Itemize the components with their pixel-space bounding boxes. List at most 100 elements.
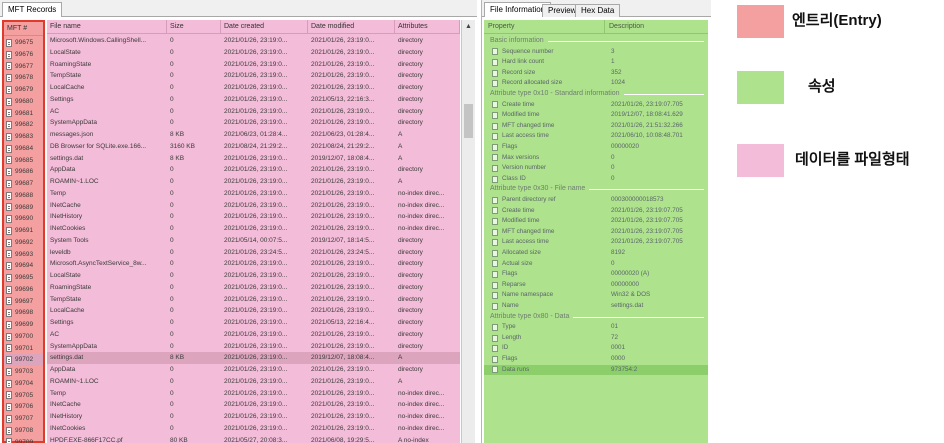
mft-number-row[interactable]: 99678	[4, 72, 43, 84]
property-row[interactable]: Modified time 2021/01/26, 23:19:07.705	[484, 216, 708, 227]
column-header-size[interactable]: Size	[167, 20, 221, 34]
property-row[interactable]: Flags 00000020 (A)	[484, 269, 708, 280]
table-row[interactable]: INetHistory 0 2021/01/26, 23:19:0... 2021/0…	[47, 411, 460, 423]
table-row[interactable]: settings.dat 8 KB 2021/01/26, 23:19:0... 20…	[47, 352, 460, 364]
table-row[interactable]: LocalState 0 2021/01/26, 23:19:0... 2021/01…	[47, 270, 460, 282]
table-row[interactable]: Microsoft.Windows.CallingShell... 0 2021/0…	[47, 35, 460, 47]
table-row[interactable]: leveldb 0 2021/01/26, 23:24:5... 2021/01/26…	[47, 247, 460, 259]
table-row[interactable]: Settings 0 2021/01/26, 23:19:0... 2021/05/1…	[47, 94, 460, 106]
scroll-thumb[interactable]	[464, 104, 473, 138]
table-row[interactable]: Temp 0 2021/01/26, 23:19:0... 2021/01/26, 2…	[47, 188, 460, 200]
column-header-date-modified[interactable]: Date modified	[308, 20, 395, 34]
mft-number-row[interactable]: 99699	[4, 319, 43, 331]
mft-number-row[interactable]: 99677	[4, 61, 43, 73]
column-header-mft[interactable]: MFT #	[4, 22, 43, 36]
mft-number-row[interactable]: 99704	[4, 378, 43, 390]
property-row[interactable]: Record allocated size 1024	[484, 78, 708, 89]
mft-number-row[interactable]: 99679	[4, 84, 43, 96]
property-row[interactable]: Length 72	[484, 333, 708, 344]
mft-number-row[interactable]: 99693	[4, 249, 43, 261]
property-row[interactable]: Create time 2021/01/26, 23:19:07.705	[484, 206, 708, 217]
table-row[interactable]: LocalState 0 2021/01/26, 23:19:0... 2021/01…	[47, 47, 460, 59]
property-row[interactable]: Class ID 0	[484, 174, 708, 185]
mft-number-row[interactable]: 99691	[4, 225, 43, 237]
table-row[interactable]: messages.json 8 KB 2021/06/23, 01:28:4... 2…	[47, 129, 460, 141]
property-row[interactable]: ID 0001	[484, 343, 708, 354]
mft-number-row[interactable]: 99681	[4, 108, 43, 120]
table-row[interactable]: ROAMIN~1.LOC 0 2021/01/26, 23:19:0... 2021/…	[47, 176, 460, 188]
table-row[interactable]: TempState 0 2021/01/26, 23:19:0... 2021/01/…	[47, 70, 460, 82]
table-row[interactable]: AC 0 2021/01/26, 23:19:0... 2021/01/26, 23:…	[47, 106, 460, 118]
property-row[interactable]: Last access time 2021/06/10, 10:08:48.701	[484, 131, 708, 142]
property-row[interactable]: Parent directory ref 000300000018573	[484, 195, 708, 206]
column-header-property[interactable]: Property	[484, 20, 605, 34]
property-row[interactable]: Name settings.dat	[484, 301, 708, 312]
table-row[interactable]: HPDF.EXE-866F17CC.pf 80 KB 2021/05/27, 20:…	[47, 435, 460, 443]
property-row[interactable]: Actual size 0	[484, 259, 708, 270]
table-row[interactable]: AppData 0 2021/01/26, 23:19:0... 2021/01/26…	[47, 364, 460, 376]
table-row[interactable]: LocalCache 0 2021/01/26, 23:19:0... 2021/01…	[47, 305, 460, 317]
table-row[interactable]: Temp 0 2021/01/26, 23:19:0... 2021/01/26, 2…	[47, 388, 460, 400]
table-row[interactable]: INetCache 0 2021/01/26, 23:19:0... 2021/01/…	[47, 399, 460, 411]
mft-number-row[interactable]: 99692	[4, 237, 43, 249]
property-row[interactable]: Modified time 2019/12/07, 18:08:41.629	[484, 110, 708, 121]
tab-mft-records[interactable]: MFT Records	[2, 2, 63, 17]
mft-number-row[interactable]: 99687	[4, 178, 43, 190]
mft-number-row[interactable]: 99707	[4, 413, 43, 425]
mft-number-row[interactable]: 99709	[4, 437, 43, 443]
table-row[interactable]: Microsoft.AsyncTextService_8w... 0 2021/01…	[47, 258, 460, 270]
table-row[interactable]: TempState 0 2021/01/26, 23:19:0... 2021/01/…	[47, 294, 460, 306]
mft-number-row[interactable]: 99680	[4, 96, 43, 108]
table-row[interactable]: INetCache 0 2021/01/26, 23:19:0... 2021/01/…	[47, 200, 460, 212]
table-row[interactable]: INetHistory 0 2021/01/26, 23:19:0... 2021/0…	[47, 211, 460, 223]
property-row[interactable]: Create time 2021/01/26, 23:19:07.705	[484, 100, 708, 111]
table-row[interactable]: DB Browser for SQLite.exe.166... 3160 KB 2…	[47, 141, 460, 153]
mft-number-row[interactable]: 99703	[4, 366, 43, 378]
property-row[interactable]: Flags 0000	[484, 354, 708, 365]
property-row[interactable]: Max versions 0	[484, 153, 708, 164]
property-row[interactable]: Last access time 2021/01/26, 23:19:07.705	[484, 237, 708, 248]
table-row[interactable]: Settings 0 2021/01/26, 23:19:0... 2021/05/1…	[47, 317, 460, 329]
mft-number-row[interactable]: 99695	[4, 272, 43, 284]
property-row[interactable]: MFT changed time 2021/01/26, 23:19:07.705	[484, 227, 708, 238]
table-row[interactable]: ROAMIN~1.LOC 0 2021/01/26, 23:19:0... 2021/…	[47, 376, 460, 388]
property-row[interactable]: Reparse 00000000	[484, 280, 708, 291]
column-header-description[interactable]: Description	[605, 20, 708, 34]
property-row[interactable]: MFT changed time 2021/01/26, 21:51:32.266	[484, 121, 708, 132]
mft-number-row[interactable]: 99708	[4, 425, 43, 437]
mft-number-row[interactable]: 99685	[4, 155, 43, 167]
property-row[interactable]: Record size 352	[484, 68, 708, 79]
property-row[interactable]: Type 01	[484, 322, 708, 333]
mft-number-row[interactable]: 99697	[4, 296, 43, 308]
mft-number-row[interactable]: 99705	[4, 390, 43, 402]
mft-number-row[interactable]: 99683	[4, 131, 43, 143]
column-header-date-created[interactable]: Date created	[221, 20, 308, 34]
property-row[interactable]: Hard link count 1	[484, 57, 708, 68]
mft-number-row[interactable]: 99698	[4, 307, 43, 319]
vertical-scrollbar[interactable]: ▲	[461, 20, 475, 443]
mft-number-row[interactable]: 99700	[4, 331, 43, 343]
mft-number-row[interactable]: 99675	[4, 37, 43, 49]
scroll-up-arrow-icon[interactable]: ▲	[462, 20, 475, 34]
mft-number-row[interactable]: 99686	[4, 166, 43, 178]
table-row[interactable]: AppData 0 2021/01/26, 23:19:0... 2021/01/26…	[47, 164, 460, 176]
mft-number-row[interactable]: 99690	[4, 213, 43, 225]
mft-number-row[interactable]: 99688	[4, 190, 43, 202]
property-row[interactable]: Name namespace Win32 & DOS	[484, 290, 708, 301]
mft-number-row[interactable]: 99701	[4, 343, 43, 355]
table-row[interactable]: INetCookies 0 2021/01/26, 23:19:0... 2021/0…	[47, 423, 460, 435]
mft-number-row[interactable]: 99689	[4, 202, 43, 214]
table-row[interactable]: AC 0 2021/01/26, 23:19:0... 2021/01/26, 23:…	[47, 329, 460, 341]
table-row[interactable]: INetCookies 0 2021/01/26, 23:19:0... 2021/0…	[47, 223, 460, 235]
table-row[interactable]: RoamingState 0 2021/01/26, 23:19:0... 2021/…	[47, 282, 460, 294]
table-row[interactable]: SystemAppData 0 2021/01/26, 23:19:0... 2021…	[47, 117, 460, 129]
mft-number-row[interactable]: 99706	[4, 401, 43, 413]
mft-number-row[interactable]: 99696	[4, 284, 43, 296]
table-row[interactable]: System Tools 0 2021/05/14, 00:07:5... 2019/…	[47, 235, 460, 247]
table-row[interactable]: settings.dat 8 KB 2021/01/26, 23:19:0... 20…	[47, 153, 460, 165]
tab-hex-data[interactable]: Hex Data	[575, 4, 621, 17]
column-header-file-name[interactable]: File name	[47, 20, 167, 34]
mft-number-row[interactable]: 99676	[4, 49, 43, 61]
column-header-attributes[interactable]: Attributes	[395, 20, 460, 34]
table-row[interactable]: SystemAppData 0 2021/01/26, 23:19:0... 2021…	[47, 341, 460, 353]
